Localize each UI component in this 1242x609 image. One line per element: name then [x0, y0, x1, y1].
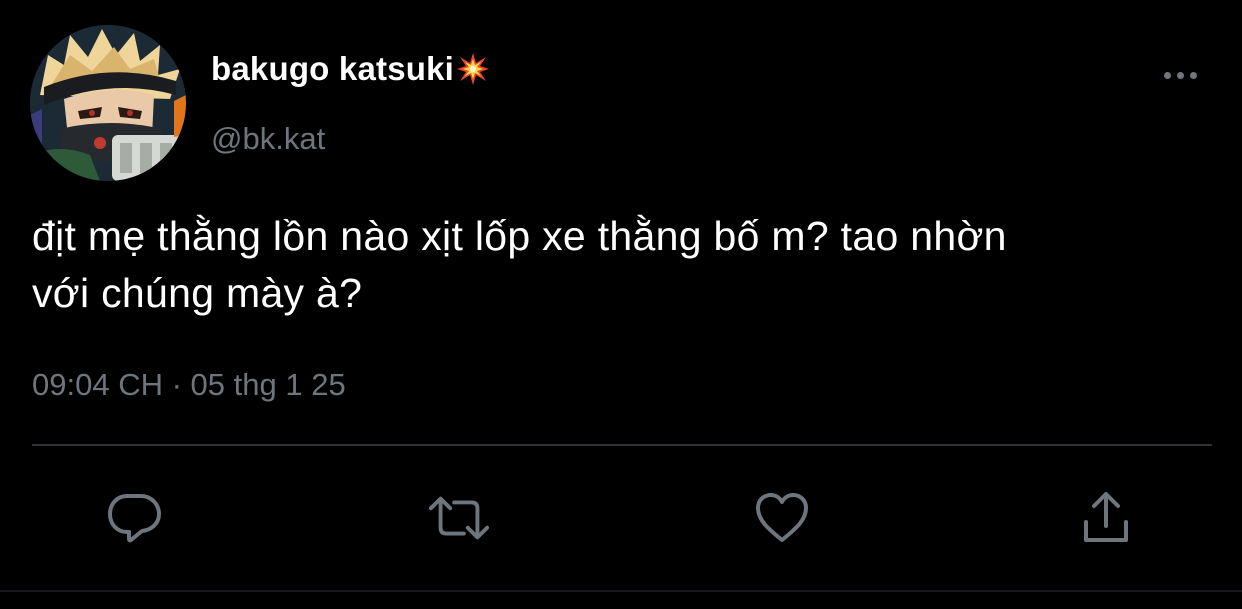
more-options-button[interactable] [1158, 60, 1202, 90]
like-icon [756, 493, 808, 542]
retweet-button[interactable] [427, 486, 491, 550]
more-dot [1176, 71, 1184, 79]
tweet-date: 05 thg 1 25 [190, 367, 346, 402]
reply-button[interactable] [103, 486, 167, 550]
tweet-text: địt mẹ thằng lồn nào xịt lốp xe thằng bố… [32, 208, 1217, 322]
more-dot [1163, 71, 1171, 79]
divider [32, 444, 1212, 446]
display-name-text: bakugo katsuki [211, 50, 455, 87]
avatar-image [30, 25, 186, 181]
reply-icon [108, 494, 161, 543]
user-handle[interactable]: @bk.kat [211, 121, 325, 157]
avatar[interactable] [30, 25, 186, 181]
more-dot [1189, 71, 1197, 79]
like-button[interactable] [750, 486, 814, 550]
meta-separator: · [171, 367, 182, 402]
share-icon [1084, 492, 1128, 542]
retweet-icon [428, 496, 490, 540]
tweet-card: bakugo katsuki @bk.kat địt mẹ thằng lồn … [0, 0, 1242, 609]
tweet-text-line: với chúng mày à? [32, 270, 363, 316]
share-button[interactable] [1074, 486, 1138, 550]
tweet-time: 09:04 CH [32, 367, 163, 402]
tweet-text-line: địt mẹ thằng lồn nào xịt lốp xe thằng bố… [32, 213, 1007, 259]
bottom-divider [0, 590, 1242, 592]
display-name[interactable]: bakugo katsuki [211, 50, 490, 88]
tweet-timestamp[interactable]: 09:04 CH · 05 thg 1 25 [32, 367, 346, 403]
collision-emoji-icon [456, 52, 490, 86]
